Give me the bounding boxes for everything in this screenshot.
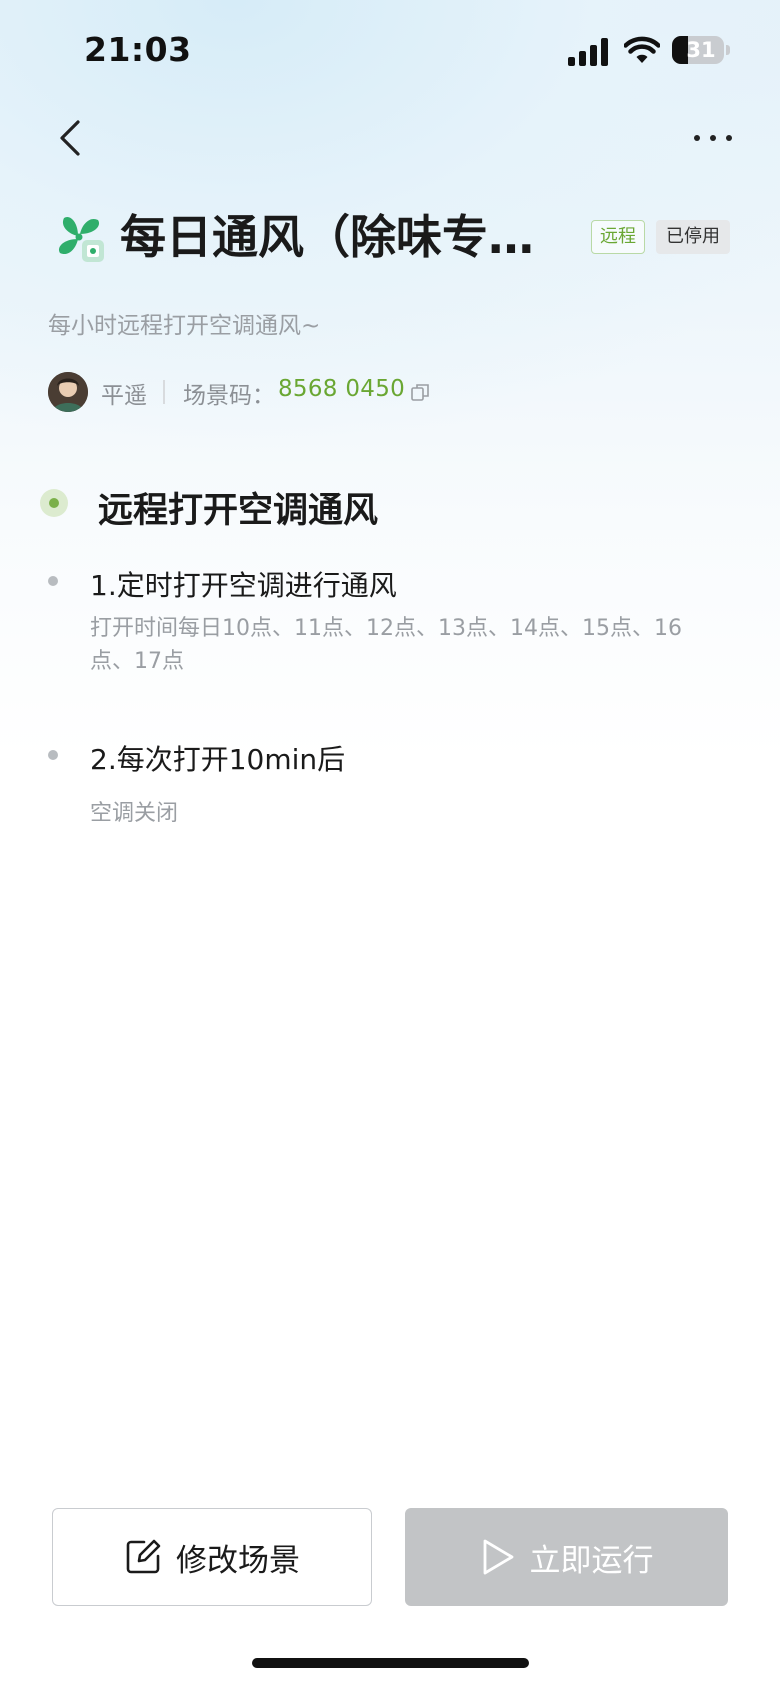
scene-code-label: 场景码： xyxy=(183,383,275,409)
more-horizontal-icon[interactable] xyxy=(690,118,736,158)
home-indicator xyxy=(252,1658,529,1668)
status-time: 21:03 xyxy=(84,30,192,69)
fan-icon xyxy=(58,216,104,262)
battery-tip xyxy=(726,45,730,55)
step-detail: 打开时间每日10点、11点、12点、13点、14点、15点、16 xyxy=(90,616,682,641)
step-bullet xyxy=(48,750,58,760)
scene-description: 每小时远程打开空调通风~ xyxy=(48,313,321,339)
wifi-icon xyxy=(624,36,660,63)
author-name: 平遥 xyxy=(101,383,147,409)
step-detail: 点、17点 xyxy=(90,649,184,674)
chevron-left-icon[interactable] xyxy=(50,114,94,162)
play-icon xyxy=(483,1539,513,1575)
step-bullet xyxy=(48,576,58,586)
step-detail: 空调关闭 xyxy=(90,801,179,826)
run-now-button[interactable]: 立即运行 xyxy=(405,1508,728,1606)
edit-scene-button[interactable]: 修改场景 xyxy=(52,1508,372,1606)
status-icons: 31 xyxy=(568,34,730,70)
edit-scene-label: 修改场景 xyxy=(176,1542,300,1579)
battery-level: 31 xyxy=(686,38,716,62)
edit-icon xyxy=(126,1539,161,1574)
remote-tag: 远程 xyxy=(591,220,645,254)
step-group-title: 远程打开空调通风 xyxy=(98,491,379,531)
scene-title: 每日通风（除味专… xyxy=(120,210,534,264)
scene-code-value: 8568 0450 xyxy=(278,376,406,402)
copy-icon[interactable] xyxy=(410,382,430,402)
signal-icon xyxy=(568,38,610,66)
group-indicator xyxy=(40,489,68,517)
status-badge: 已停用 xyxy=(656,220,730,254)
avatar[interactable] xyxy=(48,372,88,412)
battery-icon: 31 xyxy=(672,36,724,64)
run-now-label: 立即运行 xyxy=(529,1542,654,1579)
step-title: 2.每次打开10min后 xyxy=(90,743,346,776)
divider xyxy=(163,380,165,404)
step-title: 1.定时打开空调进行通风 xyxy=(90,569,397,602)
